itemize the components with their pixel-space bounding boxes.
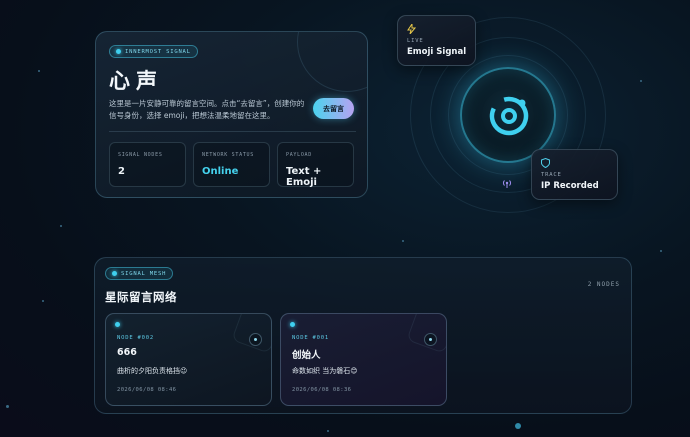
node-dot-icon — [290, 322, 295, 327]
status-dot-icon — [116, 49, 121, 54]
node-card[interactable]: NODE #002 666 曲析的夕阳负责格挡😉 2026/06/08 08:4… — [105, 313, 272, 406]
background-star — [42, 300, 44, 302]
node-count: 2 NODES — [587, 281, 620, 288]
live-card: LIVE Emoji Signal — [397, 15, 476, 66]
hero-description: 这里是一片安静可靠的留言空间。点击“去留言”，创建你的信号身份，选择 emoji… — [109, 99, 305, 120]
node-menu-icon[interactable] — [424, 333, 437, 346]
signal-mesh-panel: SIGNAL MESH 星际留言网络 2 NODES NODE #002 666… — [94, 257, 632, 414]
divider — [109, 131, 356, 132]
hero-card: INNERMOST SIGNAL 心声 这里是一片安静可靠的留言空间。点击“去留… — [95, 31, 368, 198]
trace-label: TRACE — [541, 172, 562, 178]
stat-signal-nodes: SIGNAL NODES 2 — [109, 142, 186, 187]
mesh-tag-label: SIGNAL MESH — [121, 270, 167, 277]
node-id: NODE #002 — [117, 335, 155, 341]
lightning-icon — [407, 24, 416, 34]
node-date: 2026/06/08 08:36 — [292, 387, 352, 393]
page-title: 心声 — [109, 69, 163, 93]
live-label: LIVE — [407, 38, 424, 44]
hero-tag-label: INNERMOST SIGNAL — [125, 48, 191, 55]
decorative-ring — [297, 32, 367, 92]
orbit-icon — [489, 96, 529, 136]
node-message: 命数如织 当为磐石😊 — [292, 367, 358, 375]
node-card[interactable]: NODE #001 创始人 命数如织 当为磐石😊 2026/06/08 08:3… — [280, 313, 447, 406]
node-date: 2026/06/08 08:46 — [117, 387, 177, 393]
node-menu-icon[interactable] — [249, 333, 262, 346]
live-value: Emoji Signal — [407, 47, 467, 57]
node-name: 创始人 — [292, 350, 321, 361]
stat-value: 2 — [118, 166, 125, 177]
stat-label: SIGNAL NODES — [118, 152, 163, 158]
background-star — [6, 405, 9, 408]
radio-signal-icon — [502, 180, 512, 188]
node-dot-icon — [115, 322, 120, 327]
trace-card: TRACE IP Recorded — [531, 149, 618, 200]
leave-message-button[interactable]: 去留言 — [313, 98, 354, 119]
stat-label: PAYLOAD — [286, 152, 312, 158]
stat-value: Online — [202, 166, 239, 177]
shield-icon — [541, 158, 550, 168]
node-id: NODE #001 — [292, 335, 330, 341]
mesh-tag: SIGNAL MESH — [105, 267, 174, 280]
background-star — [38, 70, 40, 72]
hero-tag: INNERMOST SIGNAL — [109, 45, 198, 58]
background-star — [60, 225, 62, 227]
background-star — [327, 430, 329, 432]
stat-label: NETWORK STATUS — [202, 152, 254, 158]
background-star — [640, 80, 642, 82]
stat-value: Text + Emoji — [286, 166, 322, 188]
node-message: 曲析的夕阳负责格挡😉 — [117, 367, 188, 375]
trace-value: IP Recorded — [541, 181, 599, 191]
background-star — [402, 240, 404, 242]
mesh-title: 星际留言网络 — [105, 290, 177, 304]
background-star — [515, 423, 521, 429]
background-star — [660, 250, 662, 252]
status-dot-icon — [112, 271, 117, 276]
stat-network-status: NETWORK STATUS Online — [193, 142, 270, 187]
stat-payload: PAYLOAD Text + Emoji — [277, 142, 354, 188]
node-name: 666 — [117, 347, 137, 358]
